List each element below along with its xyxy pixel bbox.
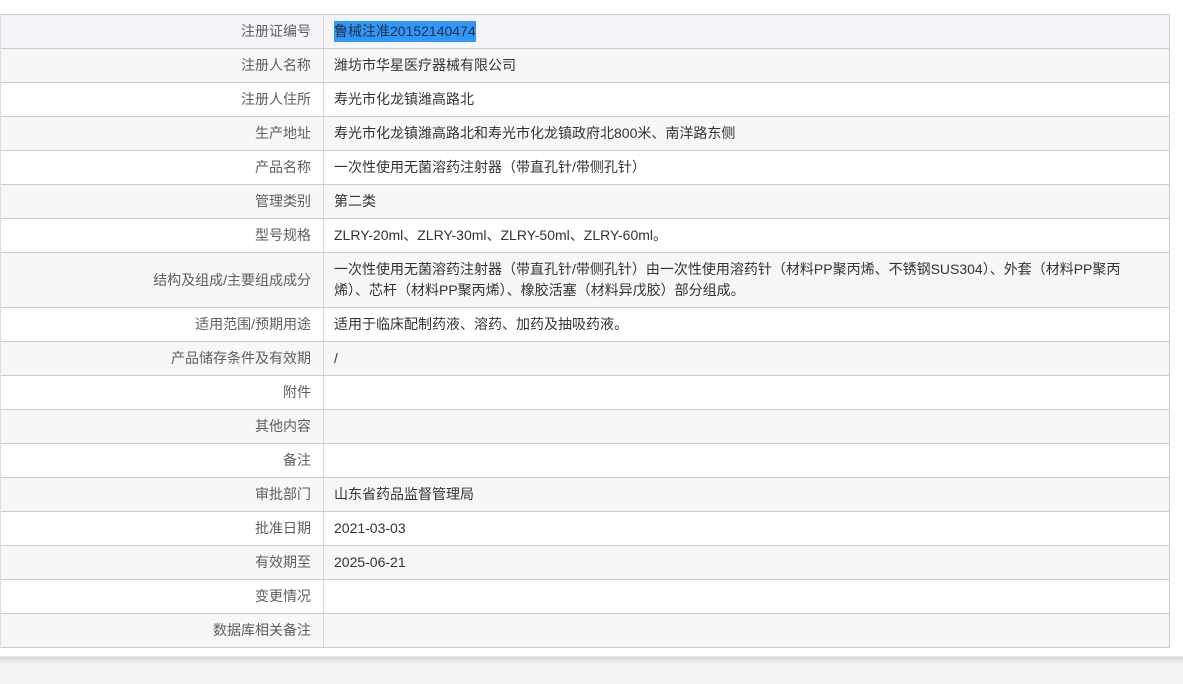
row-value: 2021-03-03 [323, 512, 1169, 545]
table-row-approval-department: 审批部门 山东省药品监督管理局 [1, 478, 1169, 512]
table-row-registrant-name: 注册人名称 潍坊市华星医疗器械有限公司 [1, 49, 1169, 83]
row-label: 注册人住所 [241, 91, 311, 107]
table-row-change-status: 变更情况 [1, 580, 1169, 614]
row-label: 型号规格 [255, 227, 311, 243]
row-value: 潍坊市华星医疗器械有限公司 [323, 49, 1169, 82]
row-label: 数据库相关备注 [213, 622, 311, 638]
row-label: 注册人名称 [241, 57, 311, 73]
row-value: 一次性使用无菌溶药注射器（带直孔针/带侧孔针） [323, 151, 1169, 184]
table-row-storage-conditions: 产品储存条件及有效期 / [1, 342, 1169, 376]
table-row-registrant-address: 注册人住所 寿光市化龙镇潍高路北 [1, 83, 1169, 117]
table-row-product-name: 产品名称 一次性使用无菌溶药注射器（带直孔针/带侧孔针） [1, 151, 1169, 185]
row-value: 适用于临床配制药液、溶药、加药及抽吸药液。 [323, 308, 1169, 341]
row-value: 寿光市化龙镇潍高路北 [323, 83, 1169, 116]
row-value [323, 444, 1169, 477]
row-value: / [323, 342, 1169, 375]
row-value: 鲁械注准20152140474 [323, 15, 1169, 48]
row-label: 生产地址 [255, 125, 311, 141]
table-row-approval-date: 批准日期 2021-03-03 [1, 512, 1169, 546]
row-label: 产品储存条件及有效期 [171, 350, 311, 366]
device-registration-table: 注册证编号 鲁械注准20152140474 注册人名称 潍坊市华星医疗器械有限公… [0, 14, 1170, 648]
row-label: 有效期至 [255, 554, 311, 570]
row-label: 适用范围/预期用途 [195, 316, 311, 332]
table-row-database-remarks: 数据库相关备注 [1, 614, 1169, 648]
table-row-valid-until: 有效期至 2025-06-21 [1, 546, 1169, 580]
row-value [323, 614, 1169, 647]
row-value: 2025-06-21 [323, 546, 1169, 579]
table-row-registration-number: 注册证编号 鲁械注准20152140474 [1, 15, 1169, 49]
row-value [323, 376, 1169, 409]
row-value: 第二类 [323, 185, 1169, 218]
row-label: 批准日期 [255, 520, 311, 536]
row-label: 审批部门 [255, 486, 311, 502]
row-label: 注册证编号 [241, 23, 311, 39]
row-value: 寿光市化龙镇潍高路北和寿光市化龙镇政府北800米、南洋路东侧 [323, 117, 1169, 150]
row-label: 结构及组成/主要组成成分 [153, 271, 311, 288]
table-row-production-address: 生产地址 寿光市化龙镇潍高路北和寿光市化龙镇政府北800米、南洋路东侧 [1, 117, 1169, 151]
row-value: 一次性使用无菌溶药注射器（带直孔针/带侧孔针）由一次性使用溶药针（材料PP聚丙烯… [323, 253, 1169, 307]
row-value [323, 410, 1169, 443]
row-label: 产品名称 [255, 159, 311, 175]
table-row-structure-composition: 结构及组成/主要组成成分 一次性使用无菌溶药注射器（带直孔针/带侧孔针）由一次性… [1, 253, 1169, 308]
selected-text[interactable]: 鲁械注准20152140474 [334, 21, 476, 42]
row-label: 其他内容 [255, 418, 311, 434]
row-value [323, 580, 1169, 613]
row-value: ZLRY-20ml、ZLRY-30ml、ZLRY-50ml、ZLRY-60ml。 [323, 219, 1169, 252]
table-row-model-spec: 型号规格 ZLRY-20ml、ZLRY-30ml、ZLRY-50ml、ZLRY-… [1, 219, 1169, 253]
table-row-intended-use: 适用范围/预期用途 适用于临床配制药液、溶药、加药及抽吸药液。 [1, 308, 1169, 342]
table-row-attachments: 附件 [1, 376, 1169, 410]
row-value: 山东省药品监督管理局 [323, 478, 1169, 511]
row-label: 附件 [283, 384, 311, 400]
footer-band [0, 656, 1183, 684]
row-label: 变更情况 [255, 588, 311, 604]
row-label: 管理类别 [255, 193, 311, 209]
table-row-remarks: 备注 [1, 444, 1169, 478]
row-label: 备注 [283, 452, 311, 468]
table-row-management-category: 管理类别 第二类 [1, 185, 1169, 219]
table-row-other-content: 其他内容 [1, 410, 1169, 444]
